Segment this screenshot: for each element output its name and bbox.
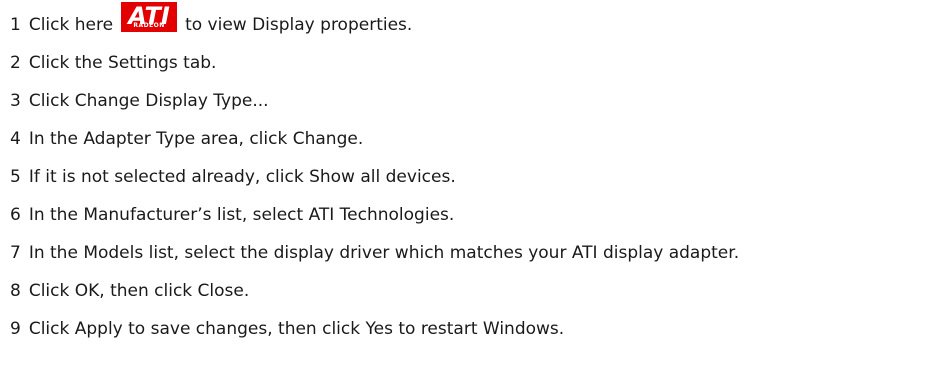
step-text: In the Manufacturer’s list, select ATI T… — [28, 205, 455, 225]
instruction-step-3: 3 Click Change Display Type... — [10, 82, 739, 120]
instruction-step-5: 5 If it is not selected already, click S… — [10, 158, 739, 196]
step-text: Click the Settings tab. — [28, 53, 217, 73]
step-number: 2 — [10, 53, 21, 73]
instruction-step-6: 6 In the Manufacturer’s list, select ATI… — [10, 196, 739, 234]
step-number: 1 — [10, 15, 21, 35]
instruction-step-7: 7 In the Models list, select the display… — [10, 234, 739, 272]
step-number: 8 — [10, 281, 21, 301]
instruction-list: 1 Click here ATI RADEON to view Display … — [10, 2, 739, 348]
step-text-before-logo: Click here — [28, 15, 114, 35]
page: { "logo": { "icon": "ati-logo-icon", "te… — [0, 0, 928, 366]
step-text: In the Adapter Type area, click Change. — [28, 129, 364, 149]
step-number: 9 — [10, 319, 21, 339]
step-text: If it is not selected already, click Sho… — [28, 167, 456, 187]
instruction-step-8: 8 Click OK, then click Close. — [10, 272, 739, 310]
step-text: Click Apply to save changes, then click … — [28, 319, 565, 339]
ati-logo-icon[interactable]: ATI RADEON — [121, 2, 178, 32]
instruction-step-2: 2 Click the Settings tab. — [10, 44, 739, 82]
step-number: 5 — [10, 167, 21, 187]
step-text-after-logo: to view Display properties. — [185, 15, 413, 35]
instruction-step-4: 4 In the Adapter Type area, click Change… — [10, 120, 739, 158]
step-text: Click Change Display Type... — [28, 91, 269, 111]
instruction-step-9: 9 Click Apply to save changes, then clic… — [10, 310, 739, 348]
step-number: 4 — [10, 129, 21, 149]
ati-logo-tag: RADEON — [133, 22, 165, 29]
step-number: 3 — [10, 91, 21, 111]
step-text: Click OK, then click Close. — [28, 281, 250, 301]
step-number: 7 — [10, 243, 21, 263]
instruction-step-1: 1 Click here ATI RADEON to view Display … — [10, 2, 739, 44]
step-text: In the Models list, select the display d… — [28, 243, 740, 263]
step-number: 6 — [10, 205, 21, 225]
